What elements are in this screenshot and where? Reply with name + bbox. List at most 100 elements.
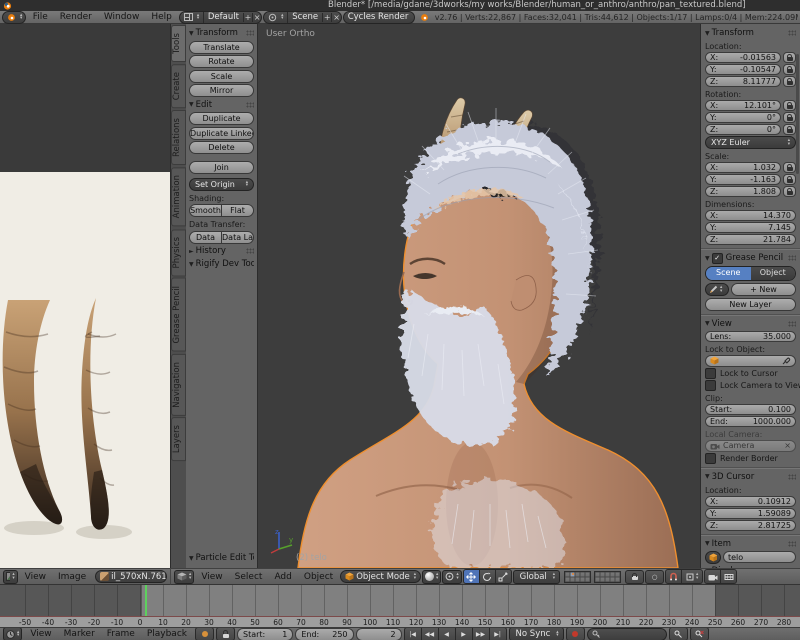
scale-y-field[interactable]: Y:-1.163 bbox=[705, 174, 781, 185]
delete-screen-button[interactable]: × bbox=[252, 13, 261, 22]
proportional-edit-button[interactable]: ○ bbox=[645, 570, 664, 584]
panel-drag-dots-icon[interactable] bbox=[788, 541, 796, 547]
lens-field[interactable]: Lens: 35.000 bbox=[705, 331, 796, 342]
eyedropper-icon[interactable] bbox=[782, 356, 791, 365]
rotation-z-lock-button[interactable] bbox=[783, 124, 796, 135]
view3d-menu-object[interactable]: Object bbox=[298, 572, 339, 582]
pivot-point-dropdown[interactable]: ▴▾ bbox=[442, 570, 461, 584]
layer-grid[interactable] bbox=[594, 571, 621, 583]
panel-header-edit[interactable]: ▼ Edit bbox=[189, 99, 254, 111]
panel-header-3d-cursor[interactable]: ▼ 3D Cursor bbox=[705, 471, 796, 483]
rotate-button[interactable]: Rotate bbox=[189, 55, 254, 68]
render-border-checkbox[interactable] bbox=[705, 453, 716, 464]
info-menu-render[interactable]: Render bbox=[54, 12, 98, 22]
current-frame-indicator[interactable] bbox=[145, 585, 147, 616]
gp-new-layer-button[interactable]: New Layer bbox=[705, 298, 796, 311]
snap-element-dropdown[interactable]: ▴▾ bbox=[682, 569, 703, 584]
panel-drag-dots-icon[interactable] bbox=[788, 30, 796, 36]
scale-y-lock-button[interactable] bbox=[783, 174, 796, 185]
tool-shelf-tab-navigation[interactable]: Navigation bbox=[171, 354, 186, 416]
jump-to-end-button[interactable]: ▶| bbox=[490, 627, 507, 640]
panel-drag-dots-icon[interactable] bbox=[788, 321, 796, 327]
panel-header-history[interactable]: ► History bbox=[189, 245, 254, 257]
location-y-lock-button[interactable] bbox=[783, 64, 796, 75]
tool-shelf-tab-physics[interactable]: Physics bbox=[171, 229, 186, 276]
info-menu-file[interactable]: File bbox=[27, 12, 54, 22]
unlink-icon[interactable]: × bbox=[784, 441, 791, 450]
tool-shelf-tab-tools[interactable]: Tools bbox=[171, 25, 186, 62]
tool-shelf-tab-layers[interactable]: Layers bbox=[171, 417, 186, 461]
timeline-menu-view[interactable]: View bbox=[24, 629, 57, 639]
smooth-button[interactable]: Smooth bbox=[189, 204, 222, 217]
next-keyframe-button[interactable]: ▶▶ bbox=[473, 627, 490, 640]
clip-end-field[interactable]: End: 1000.000 bbox=[705, 416, 796, 427]
layer-cell[interactable] bbox=[615, 577, 620, 582]
viewport-3d[interactable]: User Ortho (2) telo z y bbox=[258, 24, 700, 568]
scale-z-field[interactable]: Z:1.808 bbox=[705, 186, 781, 197]
panel-drag-dots-icon[interactable] bbox=[246, 30, 254, 36]
data-button[interactable]: Data bbox=[189, 231, 222, 244]
gp-object-tab[interactable]: Object bbox=[751, 267, 796, 280]
lock-to-cursor-checkbox[interactable] bbox=[705, 368, 716, 379]
rotation-x-lock-button[interactable] bbox=[783, 100, 796, 111]
editor-type-dropdown-info[interactable]: ▴▾ bbox=[2, 11, 26, 24]
sync-mode-dropdown[interactable]: No Sync ▴▾ bbox=[509, 627, 564, 640]
play-reverse-button[interactable]: ◀ bbox=[439, 627, 456, 640]
lock-frame-range-button[interactable] bbox=[216, 627, 235, 640]
duplicate-linked-button[interactable]: Duplicate Linked bbox=[189, 127, 254, 140]
panel-header-particle-edit-toggle[interactable]: ▼ Particle Edit Toggle bbox=[189, 552, 254, 564]
auto-keyframe-record-button[interactable] bbox=[566, 627, 585, 640]
view3d-menu-add[interactable]: Add bbox=[268, 572, 297, 582]
viewport-shading-dropdown[interactable]: ▴▾ bbox=[422, 570, 441, 584]
opengl-render-still-button[interactable] bbox=[704, 569, 721, 584]
rotation-mode-dropdown[interactable]: XYZ Euler ▴▾ bbox=[705, 136, 796, 149]
frame-end-field[interactable]: End: 250 bbox=[295, 628, 353, 640]
editor-type-dropdown-3d[interactable]: ▴▾ bbox=[174, 570, 194, 584]
rotation-x-field[interactable]: X:12.101° bbox=[705, 100, 781, 111]
object-name-field[interactable]: telo bbox=[723, 551, 796, 563]
layer-grid[interactable] bbox=[564, 571, 591, 583]
panel-drag-dots-icon[interactable] bbox=[788, 474, 796, 480]
cursor-x-field[interactable]: X:0.10912 bbox=[705, 496, 796, 507]
cursor-z-field[interactable]: Z:2.81725 bbox=[705, 520, 796, 531]
scrollbar[interactable] bbox=[796, 54, 799, 174]
view3d-menu-select[interactable]: Select bbox=[229, 572, 269, 582]
mode-dropdown[interactable]: Object Mode ▴▾ bbox=[340, 570, 421, 583]
rotation-y-lock-button[interactable] bbox=[783, 112, 796, 123]
panel-header-transform[interactable]: ▼ Transform bbox=[189, 27, 254, 39]
duplicate-button[interactable]: Duplicate bbox=[189, 112, 254, 125]
editor-type-dropdown-timeline[interactable]: ▴▾ bbox=[3, 627, 22, 640]
insert-keyframe-button[interactable] bbox=[669, 627, 688, 640]
panel-drag-dots-icon[interactable] bbox=[788, 255, 796, 261]
location-z-lock-button[interactable] bbox=[783, 76, 796, 87]
view3d-menu-view[interactable]: View bbox=[195, 572, 228, 582]
play-button[interactable]: ▶ bbox=[456, 627, 473, 640]
location-x-field[interactable]: X:-0.01563 bbox=[705, 52, 781, 63]
screen-layout-name[interactable]: Default bbox=[204, 12, 243, 22]
render-engine-name[interactable]: Cycles Render bbox=[344, 12, 413, 22]
scale-x-field[interactable]: X:1.032 bbox=[705, 162, 781, 173]
dimensions-y-field[interactable]: Y:7.145 bbox=[705, 222, 796, 233]
tool-shelf-tab-animation[interactable]: Animation bbox=[171, 167, 186, 226]
scene-name[interactable]: Scene bbox=[288, 12, 322, 22]
image-menu-view[interactable]: View bbox=[19, 572, 52, 582]
translate-manipulator-button[interactable] bbox=[463, 569, 480, 584]
location-y-field[interactable]: Y:-0.10547 bbox=[705, 64, 781, 75]
lock-to-object-field[interactable] bbox=[705, 355, 796, 367]
location-x-lock-button[interactable] bbox=[783, 52, 796, 63]
data-layout-button[interactable]: Data Layout bbox=[222, 231, 254, 244]
rotate-manipulator-button[interactable] bbox=[480, 569, 496, 584]
scale-manipulator-button[interactable] bbox=[496, 569, 512, 584]
panel-drag-dots-icon[interactable] bbox=[246, 248, 254, 254]
timeline-menu-marker[interactable]: Marker bbox=[58, 629, 101, 639]
image-menu-image[interactable]: Image bbox=[52, 572, 92, 582]
dimensions-x-field[interactable]: X:14.370 bbox=[705, 210, 796, 221]
panel-header-grease-pencil[interactable]: ▼ ✓ Grease Pencil bbox=[705, 252, 796, 264]
clip-start-field[interactable]: Start: 0.100 bbox=[705, 404, 796, 415]
transform-orientation-dropdown[interactable]: Global ▴▾ bbox=[513, 570, 560, 584]
scene-selector[interactable]: ▴▾ Scene + × bbox=[263, 11, 342, 24]
screen-layout-selector[interactable]: ▴▾ Default + × bbox=[179, 11, 262, 24]
info-menu-window[interactable]: Window bbox=[98, 12, 146, 22]
keying-set-field[interactable] bbox=[587, 628, 667, 640]
timeline-menu-playback[interactable]: Playback bbox=[141, 629, 193, 639]
